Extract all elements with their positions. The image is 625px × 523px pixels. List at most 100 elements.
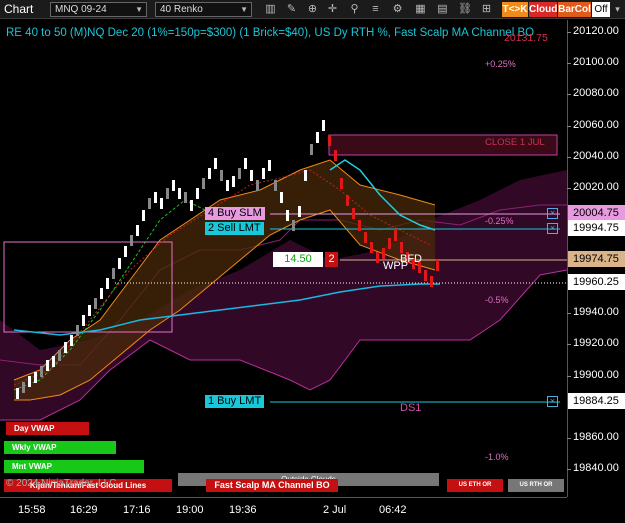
order-sell-lmt[interactable]: 2 Sell LMT [205, 222, 264, 235]
renko-brick-up [124, 246, 127, 257]
strategy-icon[interactable]: ⚙ [391, 2, 404, 16]
copyright-text: © 2024 NinjaTrader, LLC [6, 478, 117, 489]
properties-icon[interactable]: ≡ [369, 2, 382, 16]
price-axis[interactable]: 20120.00 20100.00 20080.00 20060.00 2004… [567, 20, 625, 497]
renko-brick-down [400, 242, 403, 253]
bar-type-selector[interactable]: 40 Renko ▼ [155, 2, 252, 17]
time-tick: 17:16 [123, 504, 151, 516]
price-label-vwap: 19960.25 [568, 274, 625, 290]
renko-brick-up [136, 225, 139, 236]
crosshair-icon[interactable]: ✛ [326, 2, 339, 16]
renko-brick-down [376, 252, 379, 263]
renko-brick-up [238, 168, 241, 179]
close-icon[interactable]: × [547, 396, 558, 407]
wpp-label: WPP [383, 260, 409, 272]
magnet-icon[interactable]: ⚲ [348, 2, 361, 16]
renko-brick-up [310, 144, 313, 155]
close-1-jul-label: CLOSE 1 JUL [485, 137, 545, 148]
position-pnl[interactable]: 14.50 [273, 252, 323, 267]
renko-brick-up [160, 198, 163, 209]
bar-type-value: 40 Renko [160, 4, 203, 15]
renko-brick-up [262, 168, 265, 179]
chart-toolbar: Chart MNQ 09-24 ▼ 40 Renko ▼ ▥ ✎ ⊕ ✛ ⚲ ≡… [0, 0, 625, 19]
off-toggle-button[interactable]: Off [592, 2, 610, 17]
renko-brick-up [70, 335, 73, 346]
renko-brick-down [436, 260, 439, 271]
close-icon[interactable]: × [547, 223, 558, 234]
renko-brick-up [256, 180, 259, 191]
order-buy-lmt[interactable]: 1 Buy LMT [205, 395, 265, 408]
renko-brick-up [298, 206, 301, 217]
price-tick: 20040.00 [567, 150, 619, 162]
renko-brick-up [190, 200, 193, 211]
day-vwap-label: Day VWAP [6, 422, 89, 435]
chevron-down-icon[interactable]: ▾ [611, 2, 624, 16]
instrument-value: MNQ 09-24 [55, 4, 107, 15]
close-icon[interactable]: × [547, 208, 558, 219]
renko-brick-up [208, 168, 211, 179]
price-tick: 20020.00 [567, 181, 619, 193]
renko-brick-up [286, 210, 289, 221]
price-label-last: 19974.75 [568, 251, 625, 267]
renko-brick-up [226, 180, 229, 191]
renko-brick-up [304, 170, 307, 181]
price-tick: 19840.00 [567, 462, 619, 474]
price-tick: 20080.00 [567, 87, 619, 99]
renko-brick-up [154, 192, 157, 203]
renko-brick-up [274, 180, 277, 191]
chart-plot-area[interactable]: RE 40 to 50 (M)NQ Dec 20 (1%=150p=$300) … [0, 20, 567, 497]
us-rth-or-label: US RTH OR [508, 479, 564, 492]
zoom-in-icon[interactable]: ⊕ [306, 2, 319, 16]
renko-brick-up [172, 180, 175, 191]
renko-brick-up [148, 198, 151, 209]
barcol-toggle-button[interactable]: BarCol [558, 2, 591, 17]
position-quantity[interactable]: 2 [325, 252, 338, 267]
renko-brick-up [28, 376, 31, 387]
time-tick: 2 Jul [323, 504, 347, 516]
renko-brick-up [34, 372, 37, 383]
price-label-buy-slm: 20004.75 [568, 205, 625, 221]
tk-toggle-button[interactable]: T<>K [502, 2, 528, 17]
time-tick: 06:42 [379, 504, 407, 516]
chart-trader-icon[interactable]: ▤ [436, 2, 449, 16]
renko-brick-up [58, 350, 61, 361]
chart-title: RE 40 to 50 (M)NQ Dec 20 (1%=150p=$300) … [6, 27, 535, 39]
renko-brick-up [94, 298, 97, 309]
renko-brick-up [82, 315, 85, 326]
pct-label-minus-025: -0.25% [485, 216, 514, 226]
renko-brick-up [64, 342, 67, 353]
weekly-vwap-label: Wkly VWAP [4, 441, 116, 454]
window-title: Chart [4, 2, 34, 16]
pct-label-plus-025: +0.25% [485, 59, 516, 69]
renko-brick-up [40, 366, 43, 377]
instrument-selector[interactable]: MNQ 09-24 ▼ [50, 2, 147, 17]
renko-brick-up [280, 192, 283, 203]
renko-brick-down [364, 232, 367, 243]
renko-brick-up [106, 278, 109, 289]
renko-brick-up [196, 188, 199, 199]
renko-brick-down [334, 150, 337, 161]
dom-icon[interactable]: ▦ [414, 2, 427, 16]
chevron-down-icon: ▼ [135, 5, 143, 14]
renko-brick-down [382, 248, 385, 259]
link-icon[interactable]: ⛓ [458, 2, 472, 16]
renko-brick-up [316, 132, 319, 143]
pencil-icon[interactable]: ✎ [285, 2, 298, 16]
bars-icon[interactable]: ▥ [264, 2, 277, 16]
renko-brick-up [130, 235, 133, 246]
renko-brick-up [142, 210, 145, 221]
renko-brick-up [46, 360, 49, 371]
chevron-down-icon: ▼ [240, 5, 248, 14]
renko-brick-up [250, 170, 253, 181]
time-axis[interactable]: 15:58 16:29 17:16 19:00 19:36 2 Jul 06:4… [0, 497, 567, 523]
price-tick: 20120.00 [567, 25, 619, 37]
renko-brick-up [52, 356, 55, 367]
time-tick: 15:58 [18, 504, 46, 516]
renko-brick-up [112, 268, 115, 279]
time-tick: 19:00 [176, 504, 204, 516]
order-buy-slm[interactable]: 4 Buy SLM [205, 207, 265, 220]
grid-icon[interactable]: ⊞ [480, 2, 493, 16]
cloud-toggle-button[interactable]: Cloud [529, 2, 557, 17]
renko-brick-down [340, 178, 343, 189]
monthly-vwap-label: Mnt VWAP [4, 460, 144, 473]
